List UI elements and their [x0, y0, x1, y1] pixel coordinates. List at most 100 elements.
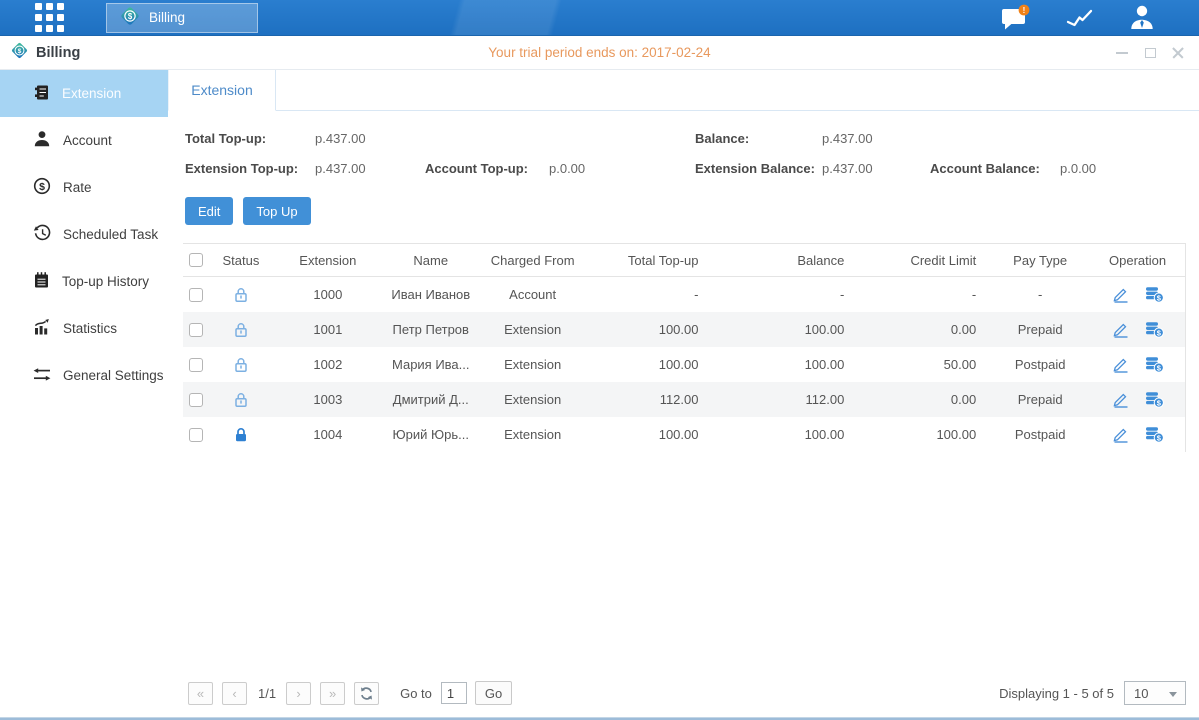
messages-icon[interactable]: ! [1001, 4, 1030, 31]
cell-extension: 1004 [273, 427, 383, 442]
table-row[interactable]: 1003 Дмитрий Д... Extension 112.00 112.0… [183, 382, 1185, 417]
taskbar-tab-label: Billing [149, 10, 185, 25]
last-page-button[interactable]: » [320, 682, 345, 705]
row-checkbox[interactable] [189, 288, 203, 302]
cell-name: Мария Ива... [383, 357, 479, 372]
cell-extension: 1003 [273, 392, 383, 407]
edit-icon[interactable] [1112, 391, 1129, 408]
billing-title-icon: $ [10, 41, 29, 65]
cell-credit-limit: 100.00 [858, 427, 990, 442]
table-row[interactable]: 1001 Петр Петров Extension 100.00 100.00… [183, 312, 1185, 347]
svg-text:$: $ [39, 181, 45, 193]
topup-history-icon [33, 271, 50, 292]
close-icon[interactable] [1171, 46, 1185, 60]
account-topup-label: Account Top-up: [425, 161, 549, 176]
cell-total-topup: 112.00 [587, 392, 713, 407]
sidebar-item-label: General Settings [63, 368, 164, 383]
edit-icon[interactable] [1112, 356, 1129, 373]
edit-icon[interactable] [1112, 426, 1129, 443]
edit-icon[interactable] [1112, 286, 1129, 303]
select-all-checkbox[interactable] [189, 253, 203, 267]
topup-icon[interactable]: $ [1145, 286, 1164, 303]
cell-name: Иван Иванов [383, 287, 479, 302]
cell-total-topup: 100.00 [587, 322, 713, 337]
status-lock-icon [233, 287, 249, 303]
cell-credit-limit: 0.00 [858, 322, 990, 337]
edit-button[interactable]: Edit [185, 197, 233, 225]
col-credit-limit: Credit Limit [858, 253, 990, 268]
cell-balance: 100.00 [712, 322, 858, 337]
sidebar-item-label: Extension [62, 86, 121, 101]
sidebar-item-general-settings[interactable]: General Settings [0, 352, 168, 399]
sidebar-item-label: Statistics [63, 321, 117, 336]
sidebar-item-statistics[interactable]: Statistics [0, 305, 168, 352]
row-checkbox[interactable] [189, 428, 203, 442]
tab-extension[interactable]: Extension [168, 70, 276, 111]
go-button[interactable]: Go [475, 681, 512, 705]
statistics-trend-icon[interactable] [1066, 6, 1093, 29]
table-row[interactable]: 1004 Юрий Юрь... Extension 100.00 100.00… [183, 417, 1185, 452]
balance-value: p.437.00 [822, 131, 873, 146]
row-checkbox[interactable] [189, 393, 203, 407]
total-topup-label: Total Top-up: [185, 131, 315, 146]
prev-page-button[interactable]: ‹ [222, 682, 247, 705]
topup-icon[interactable]: $ [1145, 356, 1164, 373]
first-page-button[interactable]: « [188, 682, 213, 705]
sidebar-item-extension[interactable]: Extension [0, 70, 168, 117]
cell-pay-type: Postpaid [990, 427, 1090, 442]
next-page-button[interactable]: › [286, 682, 311, 705]
sidebar-item-label: Top-up History [62, 274, 149, 289]
cell-name: Юрий Юрь... [383, 427, 479, 442]
tab-bar: Extension [168, 70, 1199, 111]
status-lock-icon [233, 357, 249, 373]
svg-text:$: $ [18, 48, 22, 55]
cell-balance: 100.00 [712, 427, 858, 442]
cell-balance: 100.00 [712, 357, 858, 372]
user-account-icon[interactable] [1129, 5, 1155, 30]
chevron-down-icon [1169, 692, 1177, 697]
col-balance: Balance [712, 253, 858, 268]
topup-icon[interactable]: $ [1145, 426, 1164, 443]
cell-pay-type: Prepaid [990, 322, 1090, 337]
table-row[interactable]: 1000 Иван Иванов Account - - - - $ [183, 277, 1185, 312]
apps-grid-icon[interactable] [35, 3, 64, 32]
table-row[interactable]: 1002 Мария Ива... Extension 100.00 100.0… [183, 347, 1185, 382]
general-settings-icon [33, 367, 51, 385]
sidebar-item-rate[interactable]: $ Rate [0, 164, 168, 211]
row-checkbox[interactable] [189, 323, 203, 337]
refresh-button[interactable] [354, 682, 379, 705]
taskbar-tab-billing[interactable]: $ Billing [106, 3, 258, 33]
cell-name: Петр Петров [383, 322, 479, 337]
rate-icon: $ [33, 177, 51, 198]
cell-total-topup: - [587, 287, 713, 302]
sidebar-item-label: Rate [63, 180, 92, 195]
cell-pay-type: - [990, 287, 1090, 302]
maximize-icon[interactable] [1143, 46, 1157, 60]
billing-summary: Total Top-up: p.437.00 Balance: p.437.00… [168, 111, 1199, 183]
edit-icon[interactable] [1112, 321, 1129, 338]
top-up-button[interactable]: Top Up [243, 197, 310, 225]
status-lock-icon [233, 322, 249, 338]
minimize-icon[interactable] [1115, 46, 1129, 60]
cell-name: Дмитрий Д... [383, 392, 479, 407]
statistics-icon [33, 318, 51, 339]
billing-diamond-icon: $ [119, 5, 141, 30]
page-size-select[interactable]: 10 [1124, 681, 1186, 705]
sidebar-item-account[interactable]: Account [0, 117, 168, 164]
scheduled-task-icon [33, 224, 51, 245]
cell-charged-from: Extension [479, 357, 587, 372]
topup-icon[interactable]: $ [1145, 391, 1164, 408]
system-top-bar: $ Billing ! [0, 0, 1199, 36]
extension-icon [33, 84, 50, 104]
extension-topup-label: Extension Top-up: [185, 161, 315, 176]
topup-icon[interactable]: $ [1145, 321, 1164, 338]
col-operation: Operation [1090, 253, 1185, 268]
cell-credit-limit: - [858, 287, 990, 302]
sidebar-item-topup-history[interactable]: Top-up History [0, 258, 168, 305]
goto-page-input[interactable] [441, 682, 467, 704]
col-charged-from: Charged From [479, 253, 587, 268]
table-header: Status Extension Name Charged From Total… [183, 243, 1185, 277]
sidebar-item-scheduled-task[interactable]: Scheduled Task [0, 211, 168, 258]
col-name: Name [383, 253, 479, 268]
row-checkbox[interactable] [189, 358, 203, 372]
